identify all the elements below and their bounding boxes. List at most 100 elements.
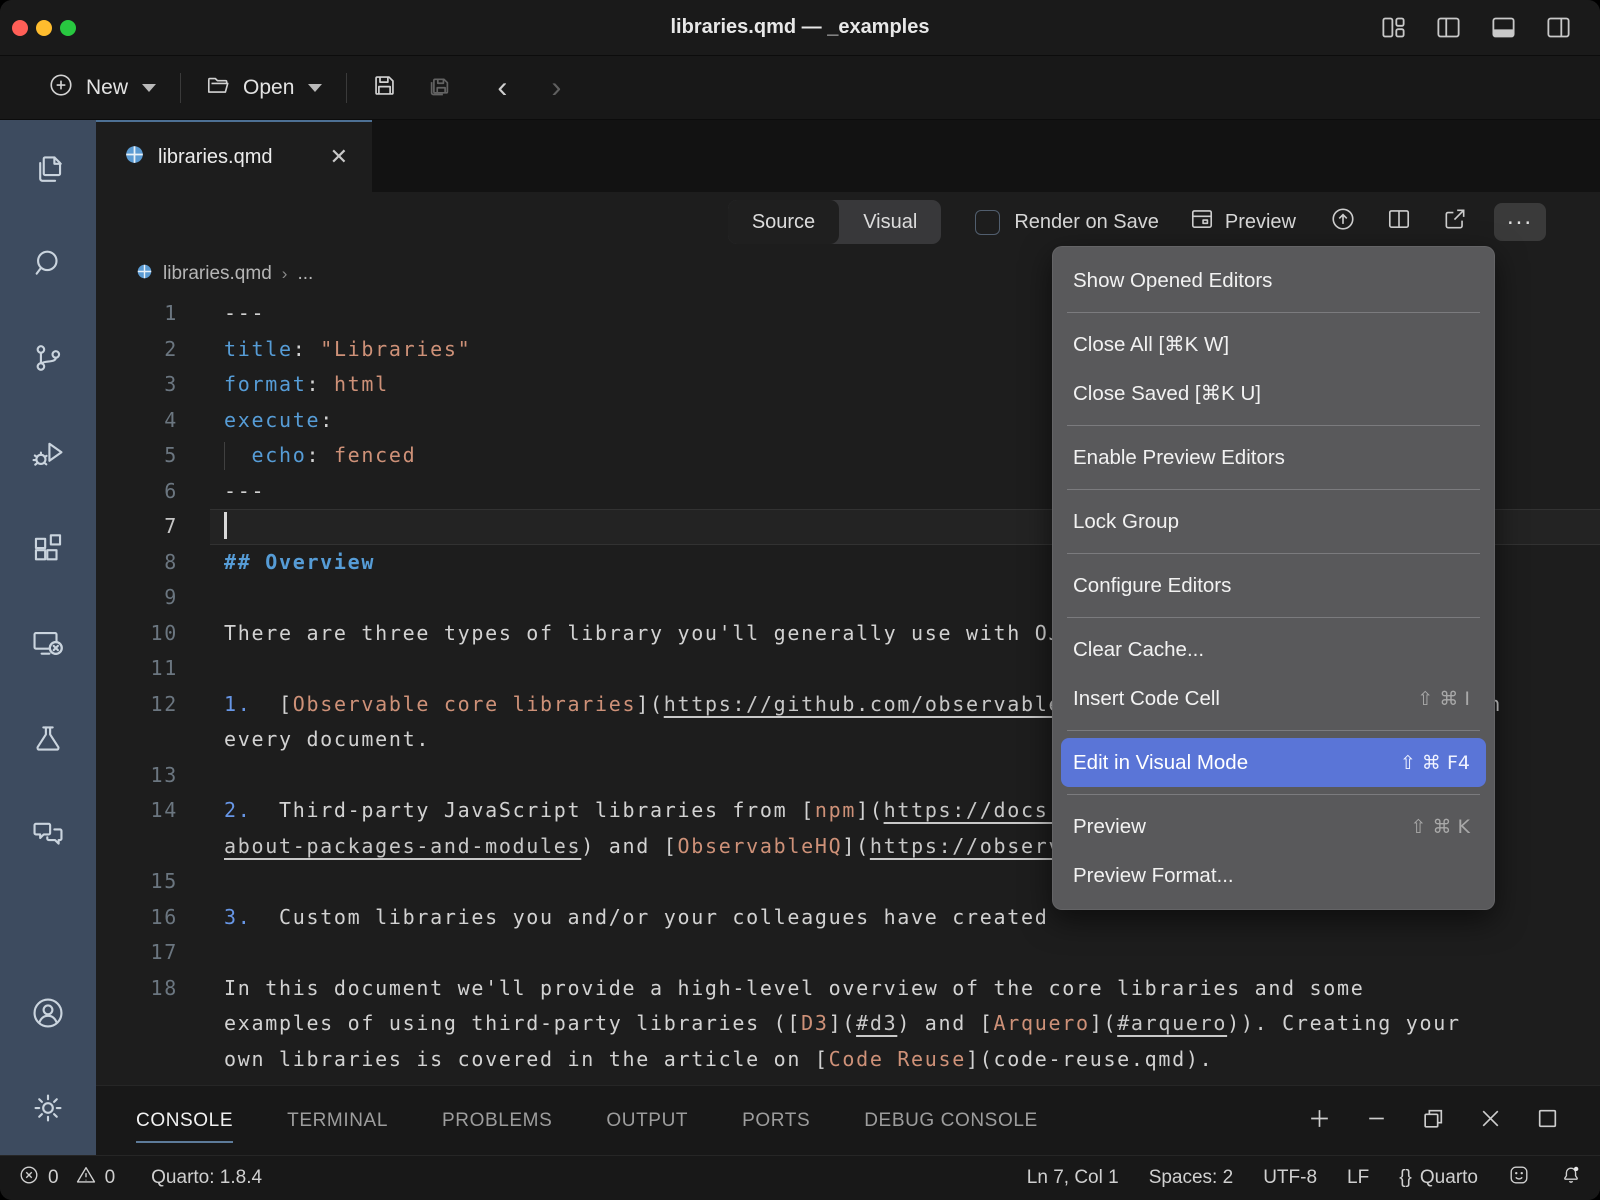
code-line[interactable]: examples of using third-party libraries … [96, 1006, 1600, 1042]
menu-item-configure-editors[interactable]: Configure Editors [1053, 561, 1494, 610]
panel-tab-console[interactable]: CONSOLE [136, 1100, 233, 1142]
code-line-content: own libraries is covered in the article … [210, 1042, 1600, 1078]
menu-item-close-saved-k-u[interactable]: Close Saved [⌘K U] [1053, 369, 1494, 418]
toggle-secondary-sidebar-icon[interactable] [1545, 14, 1572, 46]
split-editor-button[interactable] [1386, 206, 1412, 238]
source-control-icon [31, 341, 65, 375]
activity-bar-item-run-debug[interactable] [0, 405, 96, 500]
quarto-version-status[interactable]: Quarto: 1.8.4 [151, 1167, 262, 1189]
code-token: fenced [334, 443, 416, 467]
code-line[interactable]: own libraries is covered in the article … [96, 1042, 1600, 1078]
encoding-status[interactable]: UTF-8 [1263, 1167, 1317, 1189]
plus-circle-icon [48, 72, 74, 104]
restore-panel-icon[interactable] [1421, 1106, 1446, 1136]
code-token: examples of using third-party libraries … [224, 1011, 801, 1035]
code-token: ). [1186, 1047, 1213, 1071]
menu-item-shortcut: ⇧ ⌘ K [1411, 816, 1470, 838]
cursor-position-status[interactable]: Ln 7, Col 1 [1027, 1167, 1119, 1189]
panel-tab-debug-console[interactable]: DEBUG CONSOLE [864, 1100, 1038, 1142]
close-tab-icon[interactable]: ✕ [330, 144, 348, 170]
line-number: 4 [96, 403, 178, 439]
chevron-down-icon [308, 84, 322, 92]
editor-toolbar: Source Visual Render on Save Preview ... [96, 192, 1600, 252]
menu-item-label: Preview [1073, 815, 1146, 839]
new-button[interactable]: New [48, 72, 156, 104]
save-all-button[interactable] [426, 72, 453, 104]
menu-separator [1067, 794, 1480, 795]
open-in-new-window-button[interactable] [1442, 206, 1468, 238]
preview-button[interactable]: Preview [1189, 206, 1296, 238]
activity-bar-item-sessions[interactable] [0, 595, 96, 690]
menu-item-enable-preview-editors[interactable]: Enable Preview Editors [1053, 433, 1494, 482]
minimize-icon[interactable] [1364, 1106, 1389, 1136]
language-mode-status[interactable]: {} Quarto [1399, 1167, 1478, 1189]
activity-bar-item-extensions[interactable] [0, 500, 96, 595]
activity-bar-item-search[interactable] [0, 215, 96, 310]
activity-bar-item-testing[interactable] [0, 690, 96, 785]
maximize-panel-icon[interactable] [1535, 1106, 1560, 1136]
code-token: [ [251, 692, 292, 716]
panel-tab-terminal[interactable]: TERMINAL [287, 1100, 388, 1142]
render-on-save-checkbox[interactable] [975, 210, 1000, 235]
indentation-status[interactable]: Spaces: 2 [1149, 1167, 1234, 1189]
menu-item-preview[interactable]: Preview ⇧ ⌘ K [1053, 802, 1494, 851]
code-line[interactable]: 18In this document we'll provide a high-… [96, 971, 1600, 1007]
code-token: ]( [856, 798, 883, 822]
customize-layout-icon[interactable] [1380, 14, 1407, 46]
extensions-icon [31, 531, 65, 565]
bottom-panel: CONSOLE TERMINAL PROBLEMS OUTPUT PORTS DEBUG … [96, 1085, 1600, 1155]
line-number: 10 [96, 616, 178, 652]
menu-item-preview-format[interactable]: Preview Format... [1053, 851, 1494, 900]
menu-item-insert-code-cell[interactable]: Insert Code Cell⇧ ⌘ I [1053, 674, 1494, 723]
activity-bar-item-source-control[interactable] [0, 310, 96, 405]
panel-tab-ports[interactable]: PORTS [742, 1100, 810, 1142]
problems-status[interactable]: 0 0 [18, 1164, 115, 1192]
open-button[interactable]: Open [205, 72, 322, 104]
code-token: about-packages-and-modules [224, 834, 581, 858]
menu-item-shortcut: ⇧ ⌘ F4 [1400, 752, 1470, 774]
close-panel-icon[interactable] [1478, 1106, 1503, 1136]
line-number: 14 [96, 793, 178, 829]
feedback-smiley-icon[interactable] [1508, 1164, 1530, 1192]
tab-libraries-qmd[interactable]: libraries.qmd ✕ [96, 120, 372, 192]
save-button[interactable] [371, 72, 398, 104]
code-token: : [293, 337, 320, 361]
notifications-bell-icon[interactable] [1560, 1164, 1582, 1192]
menu-item-clear-cache[interactable]: Clear Cache... [1053, 625, 1494, 674]
menu-item-lock-group[interactable]: Lock Group [1053, 497, 1494, 546]
language-mode-label: Quarto [1420, 1167, 1478, 1189]
navigate-back-button[interactable]: ‹ [497, 71, 507, 105]
activity-bar-item-chat[interactable] [0, 785, 96, 880]
activity-bar-item-account[interactable] [0, 965, 96, 1060]
plus-icon[interactable] [1307, 1106, 1332, 1136]
panel-tab-output[interactable]: OUTPUT [606, 1100, 688, 1142]
code-token [224, 443, 251, 467]
menu-item-edit-in-visual-mode[interactable]: Edit in Visual Mode⇧ ⌘ F4 [1061, 738, 1486, 787]
visual-mode-button[interactable]: Visual [839, 200, 941, 244]
app-window: libraries.qmd — _examples New Open [0, 0, 1600, 1200]
source-mode-button[interactable]: Source [728, 200, 839, 244]
activity-bar-item-settings[interactable] [0, 1060, 96, 1155]
eol-status[interactable]: LF [1347, 1167, 1369, 1189]
line-number: 8 [96, 545, 178, 581]
menu-item-close-all-k-w[interactable]: Close All [⌘K W] [1053, 320, 1494, 369]
navigate-forward-button[interactable]: › [551, 71, 561, 105]
code-line[interactable]: 17 [96, 935, 1600, 971]
line-number: 11 [96, 651, 178, 687]
tab-strip: libraries.qmd ✕ [96, 120, 1600, 192]
more-actions-button[interactable]: ... [1494, 203, 1546, 241]
render-document-button[interactable] [1330, 206, 1356, 238]
toolbar-separator [346, 73, 347, 103]
panel-tabs: CONSOLE TERMINAL PROBLEMS OUTPUT PORTS DEBUG … [96, 1086, 1038, 1155]
toggle-panel-icon[interactable] [1490, 14, 1517, 46]
toggle-primary-sidebar-icon[interactable] [1435, 14, 1462, 46]
panel-tab-problems[interactable]: PROBLEMS [442, 1100, 552, 1142]
warning-icon [75, 1164, 97, 1192]
code-token: )). Creating your [1227, 1011, 1461, 1035]
activity-bar-item-explorer[interactable] [0, 120, 96, 215]
chevron-down-icon [142, 84, 156, 92]
line-number: 12 [96, 687, 178, 723]
menu-item-show-opened-editors[interactable]: Show Opened Editors [1053, 256, 1494, 305]
code-token: ]( [636, 692, 663, 716]
menu-separator [1067, 312, 1480, 313]
